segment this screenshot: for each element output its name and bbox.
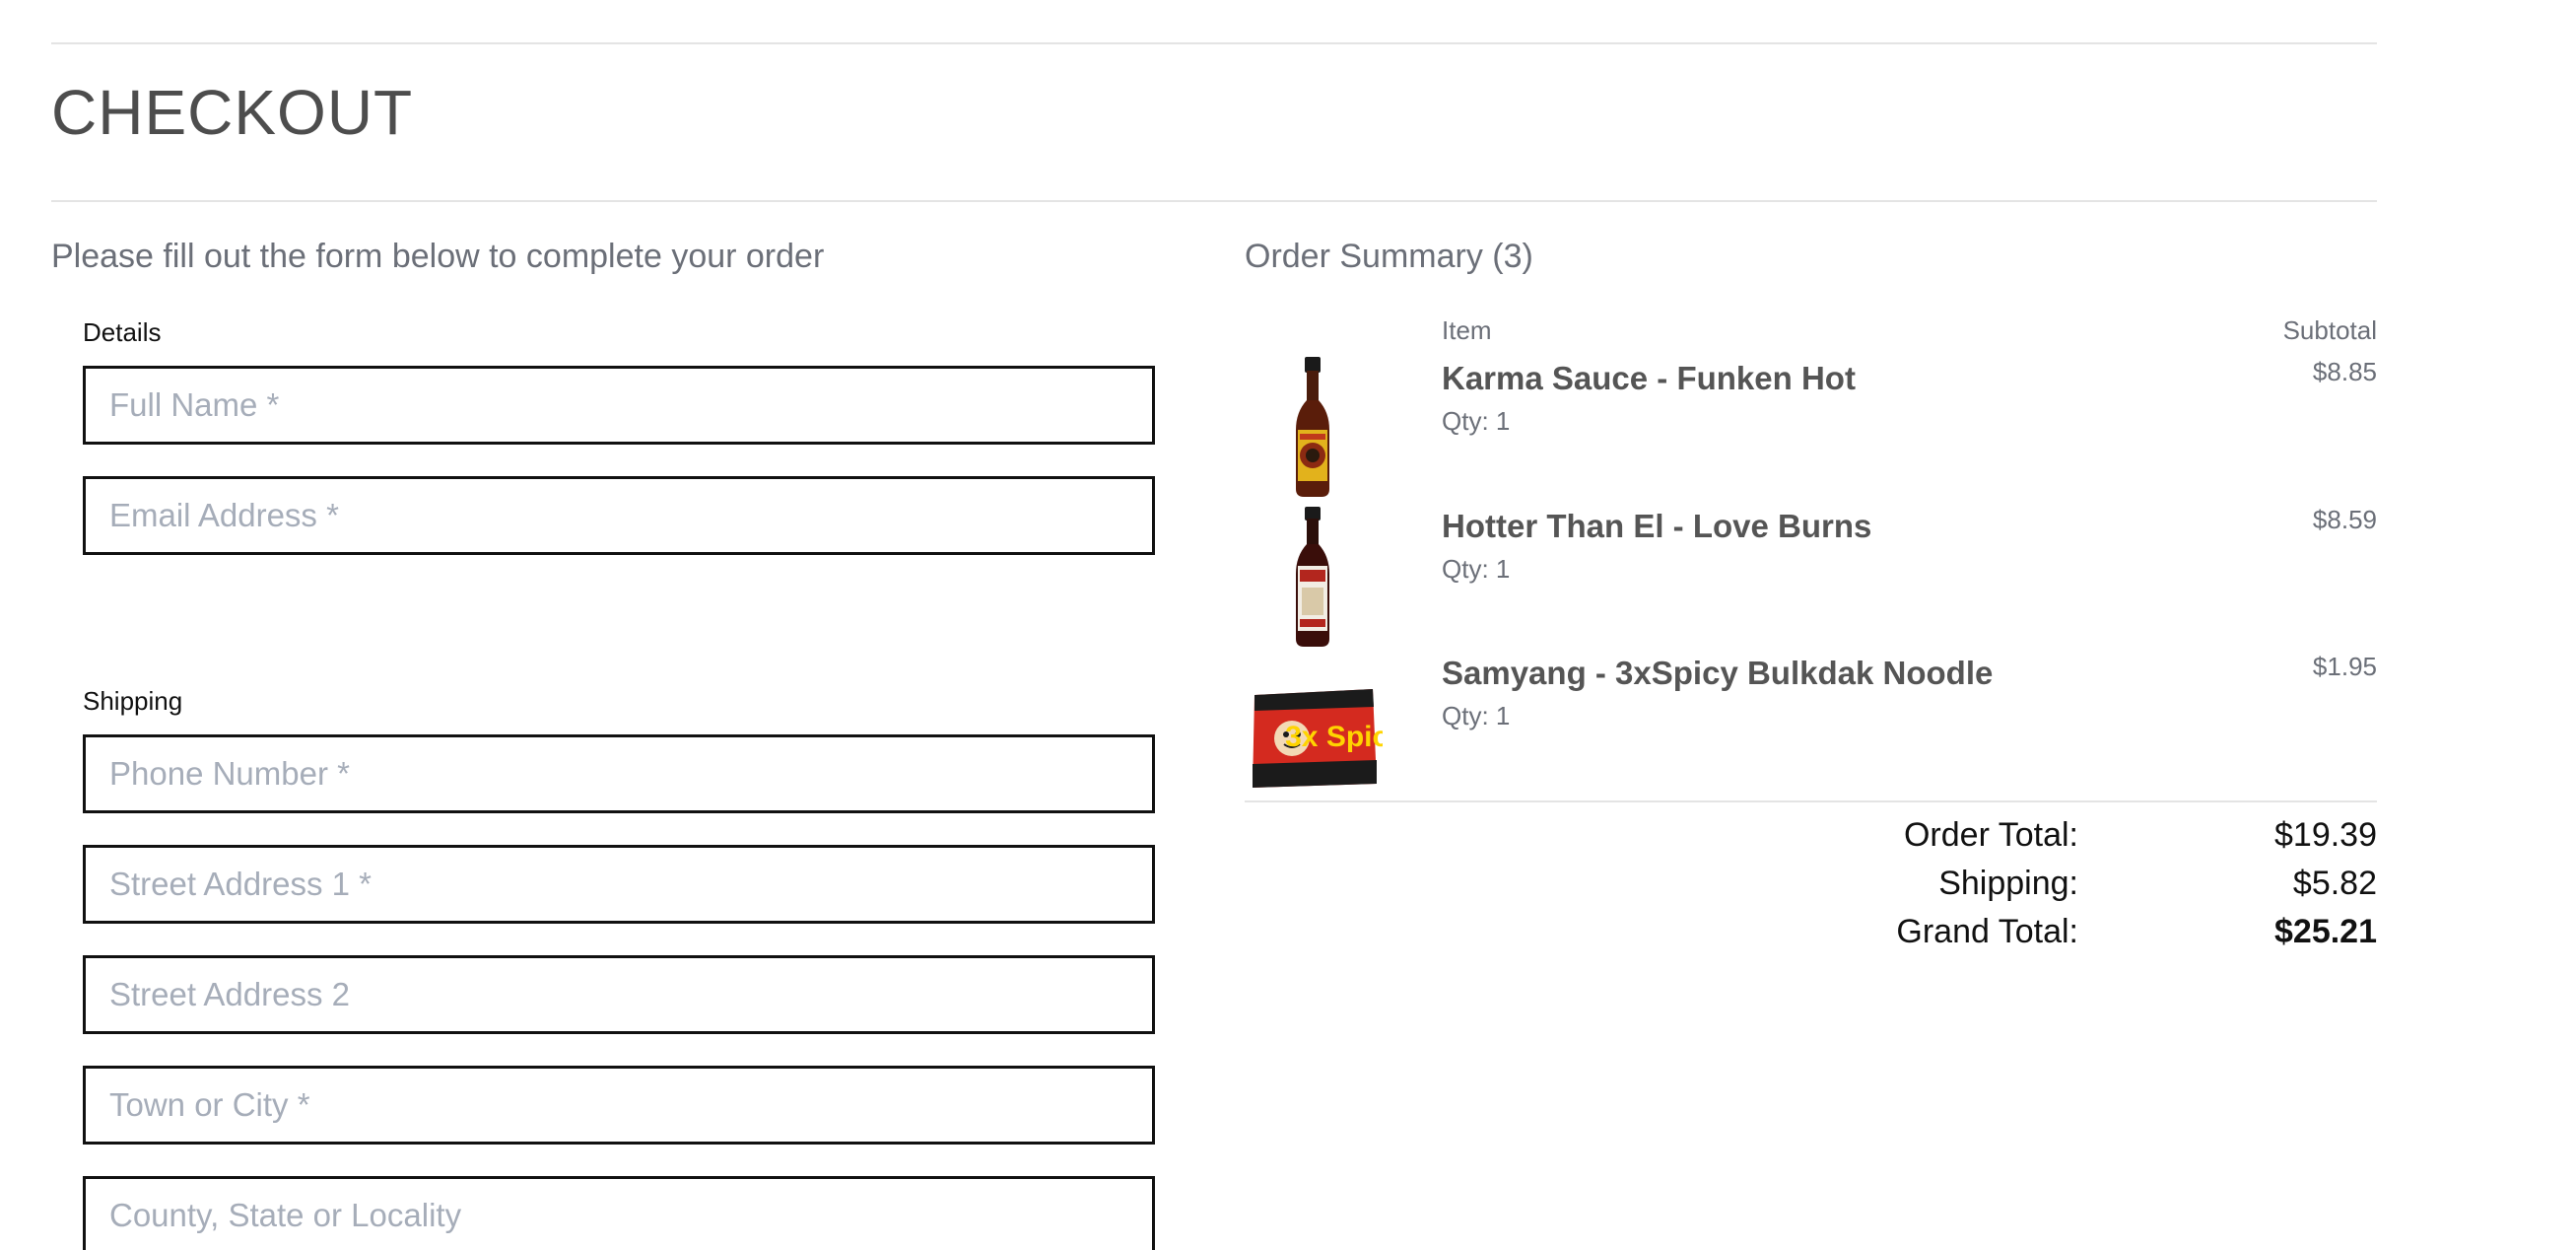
form-intro-text: Please fill out the form below to comple… bbox=[51, 238, 825, 275]
street-address-2-field[interactable] bbox=[83, 955, 1155, 1034]
hot-sauce-bottle-image bbox=[1296, 507, 1329, 647]
product-name: Karma Sauce - Funken Hot bbox=[1442, 360, 1856, 396]
shipping-cost-label: Shipping: bbox=[1938, 865, 2078, 902]
summary-divider bbox=[1245, 800, 2377, 802]
phone-number-field[interactable] bbox=[83, 734, 1155, 813]
product-subtotal: $8.59 bbox=[2312, 505, 2377, 534]
street-address-1-field[interactable] bbox=[83, 845, 1155, 924]
order-summary-title: Order Summary (3) bbox=[1245, 238, 1533, 275]
details-section-label: Details bbox=[83, 317, 162, 347]
top-divider bbox=[51, 42, 2377, 44]
grand-total-value: $25.21 bbox=[2274, 913, 2377, 950]
hot-sauce-bottle-image bbox=[1296, 357, 1329, 497]
order-line-item: Karma Sauce - Funken Hot Qty: 1 $8.85 bbox=[1245, 353, 2377, 501]
product-name: Hotter Than El - Love Burns bbox=[1442, 508, 1872, 544]
page-title: CHECKOUT bbox=[51, 77, 414, 148]
checkout-page: CHECKOUT Please fill out the form below … bbox=[0, 0, 2576, 1250]
product-quantity: Qty: 1 bbox=[1442, 554, 1511, 584]
full-name-field[interactable] bbox=[83, 366, 1155, 445]
product-name: Samyang - 3xSpicy Bulkdak Noodle bbox=[1442, 655, 1994, 691]
noodle-pack-image: 3x Spicy bbox=[1253, 689, 1383, 788]
item-column-header: Item bbox=[1442, 315, 1492, 345]
title-divider bbox=[51, 200, 2377, 202]
order-total-value: $19.39 bbox=[2274, 816, 2377, 854]
product-subtotal: $8.85 bbox=[2312, 357, 2377, 386]
email-field[interactable] bbox=[83, 476, 1155, 555]
product-quantity: Qty: 1 bbox=[1442, 406, 1511, 436]
shipping-section-label: Shipping bbox=[83, 686, 183, 716]
town-city-field[interactable] bbox=[83, 1066, 1155, 1145]
product-quantity: Qty: 1 bbox=[1442, 701, 1511, 730]
grand-total-label: Grand Total: bbox=[1896, 913, 2078, 950]
order-line-item: Hotter Than El - Love Burns Qty: 1 $8.59 bbox=[1245, 501, 2377, 649]
order-line-item: 3x Spicy Samyang - 3xSpicy Bulkdak Noodl… bbox=[1245, 648, 2377, 796]
shipping-cost-value: $5.82 bbox=[2292, 865, 2377, 902]
subtotal-column-header: Subtotal bbox=[2282, 315, 2377, 345]
county-state-field[interactable] bbox=[83, 1176, 1155, 1250]
product-subtotal: $1.95 bbox=[2312, 652, 2377, 681]
order-total-label: Order Total: bbox=[1903, 816, 2078, 854]
pack-label-3x: 3x Spicy bbox=[1285, 721, 1383, 753]
